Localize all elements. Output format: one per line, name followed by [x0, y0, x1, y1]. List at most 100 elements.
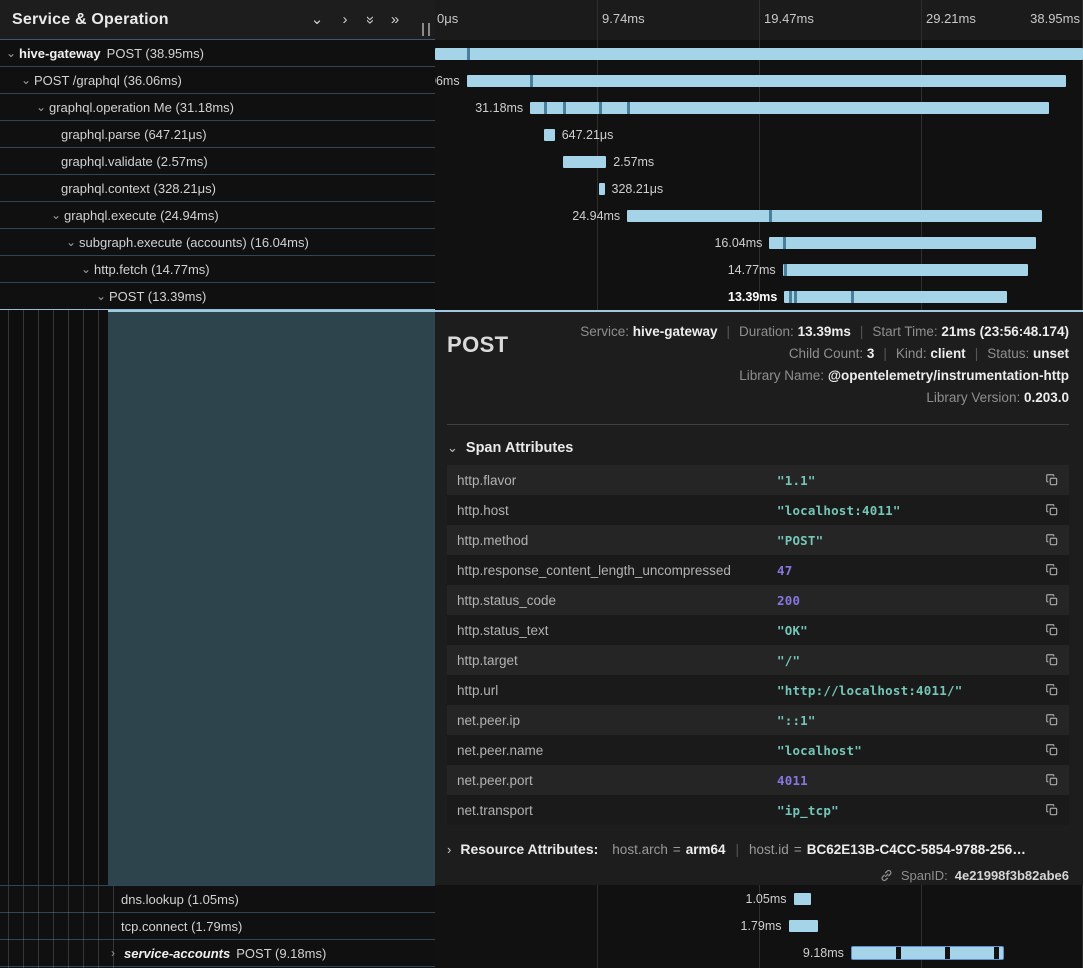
span-duration-row[interactable]: 328.21μs	[435, 175, 1083, 202]
span-id-row: SpanID: 4e21998f3b82abe6	[447, 868, 1069, 883]
span-duration-row[interactable]: 31.18ms	[435, 94, 1083, 121]
span-tree-row[interactable]: ⌄http.fetch (14.77ms)	[0, 256, 435, 283]
span-tree-row[interactable]: ⌄subgraph.execute (accounts) (16.04ms)	[0, 229, 435, 256]
span-label: graphql.execute (24.94ms)	[64, 208, 219, 223]
timeline-gridline	[759, 0, 760, 40]
timeline-header: 0μs9.74ms19.47ms29.21ms38.95ms	[435, 0, 1083, 40]
copy-icon[interactable]	[1045, 713, 1059, 727]
chevron-down-icon[interactable]: ⌄	[21, 73, 34, 87]
copy-icon[interactable]	[1045, 623, 1059, 637]
chevron-down-icon[interactable]: ⌄	[66, 235, 79, 249]
chevron-right-icon[interactable]: ›	[111, 946, 124, 960]
span-tree-row[interactable]: ⌄hive-gatewayPOST (38.95ms)	[0, 40, 435, 67]
span-bar[interactable]	[530, 102, 1049, 114]
panel-resize-handle[interactable]	[422, 23, 430, 36]
chevron-down-icon[interactable]: ⌄	[51, 208, 64, 222]
resource-value: arm64	[686, 842, 726, 857]
attribute-key: http.flavor	[457, 473, 777, 488]
chevron-down-icon[interactable]: ⌄	[96, 289, 109, 303]
child-start-marker	[563, 102, 566, 114]
attribute-key: http.target	[457, 653, 777, 668]
tree-header: Service & Operation ⌄›»»	[0, 0, 435, 40]
span-tree-row[interactable]: ⌄POST /graphql (36.06ms)	[0, 67, 435, 94]
span-bar[interactable]	[851, 946, 1004, 960]
attribute-key: http.host	[457, 503, 777, 518]
span-tree-row[interactable]: ›service-accountsPOST (9.18ms)	[0, 940, 435, 967]
span-bar[interactable]	[544, 129, 555, 141]
span-bar[interactable]	[563, 156, 606, 168]
chevron-down-icon[interactable]: ⌄	[6, 46, 19, 60]
span-bar[interactable]	[467, 75, 1067, 87]
span-duration-row[interactable]: 24.94ms	[435, 202, 1083, 229]
copy-icon[interactable]	[1045, 683, 1059, 697]
attribute-key: net.peer.port	[457, 773, 777, 788]
span-bar[interactable]	[794, 893, 812, 905]
span-duration-row[interactable]: 9.18ms	[435, 939, 1083, 966]
span-bar[interactable]	[784, 291, 1007, 303]
chevron-down-icon[interactable]: ⌄	[81, 262, 94, 276]
meta-label: Start Time:	[872, 324, 941, 339]
span-duration-row[interactable]: 14.77ms	[435, 256, 1083, 283]
span-tree-row[interactable]: graphql.context (328.21μs)	[0, 175, 435, 202]
span-tree-row[interactable]: dns.lookup (1.05ms)	[0, 886, 435, 913]
span-bar[interactable]	[783, 264, 1029, 276]
selected-span-region	[108, 310, 435, 885]
divider	[447, 424, 1069, 425]
span-duration-row[interactable]: 16.04ms	[435, 229, 1083, 256]
copy-icon[interactable]	[1045, 563, 1059, 577]
copy-icon[interactable]	[1045, 593, 1059, 607]
link-icon	[879, 868, 894, 883]
chevron-right-icon[interactable]: ›	[331, 1, 359, 39]
span-bar[interactable]	[769, 237, 1036, 249]
span-duration-label: 36.06ms	[435, 73, 460, 89]
attribute-key: http.status_code	[457, 593, 777, 608]
span-id-label: SpanID:	[901, 868, 948, 883]
span-duration-row[interactable]: 1.79ms	[435, 912, 1083, 939]
span-bar[interactable]	[627, 210, 1042, 222]
copy-icon[interactable]	[1045, 803, 1059, 817]
span-tree-row[interactable]: graphql.parse (647.21μs)	[0, 121, 435, 148]
span-label: dns.lookup (1.05ms)	[121, 892, 239, 907]
span-bar[interactable]	[435, 48, 1083, 60]
span-duration-row[interactable]: 13.39ms	[435, 283, 1083, 310]
copy-icon[interactable]	[1045, 533, 1059, 547]
span-tree-top: ⌄hive-gatewayPOST (38.95ms)⌄POST /graphq…	[0, 40, 435, 310]
span-tree-row[interactable]: ⌄POST (13.39ms)	[0, 283, 435, 310]
attribute-key: http.method	[457, 533, 777, 548]
span-tree-row[interactable]: ⌄graphql.operation Me (31.18ms)	[0, 94, 435, 121]
meta-label: Kind:	[896, 346, 931, 361]
detail-head: POST Service: hive-gateway|Duration: 13.…	[447, 324, 1069, 412]
span-duration-row[interactable]: 1.05ms	[435, 885, 1083, 912]
attribute-key: http.url	[457, 683, 777, 698]
meta-separator: |	[966, 346, 988, 361]
span-duration-row[interactable]: 2.57ms	[435, 148, 1083, 175]
span-duration-row[interactable]	[435, 40, 1083, 67]
copy-icon[interactable]	[1045, 473, 1059, 487]
span-attributes-header[interactable]: ⌄Span Attributes	[447, 440, 1069, 456]
resource-attributes-row[interactable]: › Resource Attributes: host.arch=arm64|h…	[447, 841, 1069, 857]
child-start-marker	[769, 210, 772, 222]
child-start-marker	[794, 291, 797, 303]
chevron-down-icon[interactable]: ⌄	[36, 100, 49, 114]
span-bar[interactable]	[789, 920, 819, 932]
double-chevron-right-icon[interactable]: »	[381, 1, 409, 39]
copy-icon[interactable]	[1045, 653, 1059, 667]
double-chevron-down-icon[interactable]: »	[357, 9, 383, 31]
copy-icon[interactable]	[1045, 743, 1059, 757]
span-label: POST /graphql (36.06ms)	[34, 73, 182, 88]
span-tree-row[interactable]: tcp.connect (1.79ms)	[0, 913, 435, 940]
span-duration-row[interactable]: 647.21μs	[435, 121, 1083, 148]
span-duration-row[interactable]: 36.06ms	[435, 67, 1083, 94]
span-tree-row[interactable]: ⌄graphql.execute (24.94ms)	[0, 202, 435, 229]
tree-guide-line	[8, 310, 9, 885]
copy-icon[interactable]	[1045, 503, 1059, 517]
child-start-marker	[544, 102, 547, 114]
copy-icon[interactable]	[1045, 773, 1059, 787]
chevron-down-icon[interactable]: ⌄	[303, 1, 331, 39]
span-duration-label: 16.04ms	[714, 235, 762, 251]
span-tree-row[interactable]: graphql.validate (2.57ms)	[0, 148, 435, 175]
meta-value: @opentelemetry/instrumentation-http	[828, 368, 1069, 383]
child-start-marker	[530, 75, 533, 87]
span-bar[interactable]	[599, 183, 605, 195]
attribute-value: 4011	[777, 773, 1045, 788]
